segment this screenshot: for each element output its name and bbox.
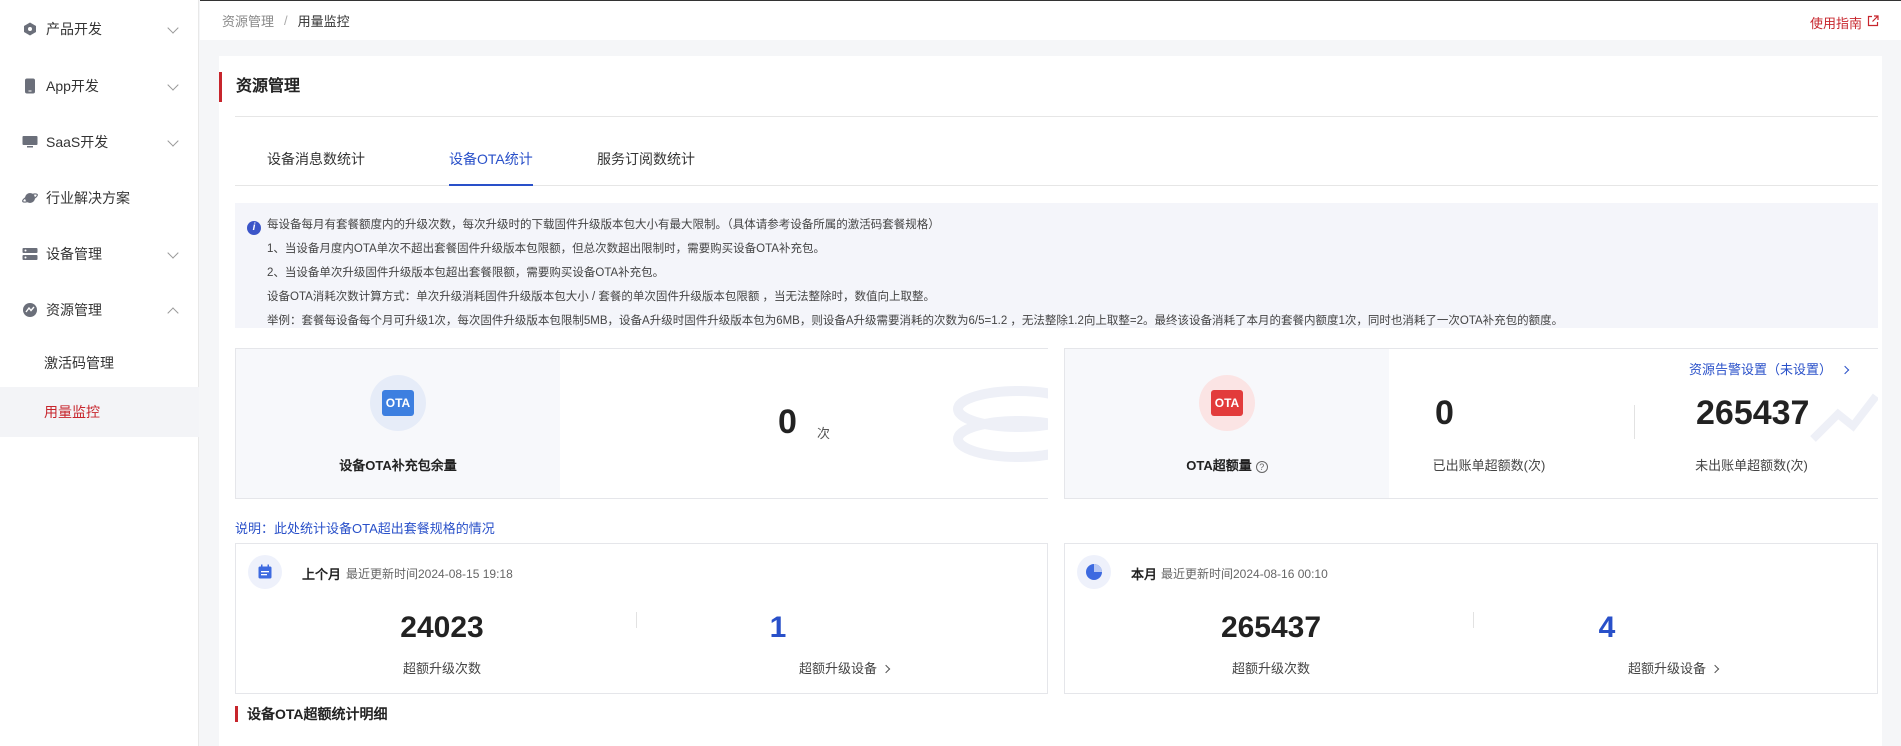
this-month-card: 本月 最近更新时间2024-08-16 00:10 265437 超额升级次数 … — [1064, 543, 1878, 694]
notice-line: 举例：套餐每设备每个月可升级1次，每次固件升级版本包限制5MB，设备A升级时固件… — [267, 315, 1564, 327]
sidebar-subitem-label: 用量监控 — [44, 404, 100, 420]
sidebar-subitem-usage-monitor[interactable]: 用量监控 — [0, 387, 199, 437]
guide-link-label: 使用指南 — [1809, 16, 1862, 31]
ota-package-icon: OTA — [370, 375, 426, 431]
unbilled-excess-value: 265437 — [1696, 394, 1810, 432]
monitor-icon — [22, 134, 38, 150]
supplement-unit: 次 — [817, 426, 831, 441]
hexagon-icon — [22, 21, 38, 37]
sidebar-item-device-mgmt[interactable]: 设备管理 — [0, 226, 199, 282]
excess-count-label: 超额升级次数 — [402, 661, 481, 676]
chevron-right-icon — [1840, 365, 1850, 375]
top-bar: 资源管理 / 用量监控 使用指南 — [200, 0, 1901, 40]
update-time: 最近更新时间2024-08-16 00:10 — [1161, 567, 1328, 581]
breadcrumb-current: 用量监控 — [297, 14, 350, 29]
supplement-panel: OTA 设备OTA补充包余量 0 次 — [235, 348, 1048, 499]
tab-bar: 设备消息数统计 设备OTA统计 服务订阅数统计 — [235, 142, 1878, 186]
coins-decoration-icon — [953, 386, 1048, 462]
breadcrumb-separator: / — [284, 13, 288, 28]
chevron-up-icon — [167, 307, 179, 319]
notice-line: 设备OTA消耗次数计算方式：单次升级消耗固件升级版本包大小 / 套餐的单次固件升… — [267, 291, 936, 303]
sidebar-item-resource-mgmt[interactable]: 资源管理 — [0, 282, 199, 338]
divider — [235, 116, 1878, 117]
sidebar-item-product-dev[interactable]: 产品开发 — [0, 1, 199, 57]
excess-panel: OTA OTA超额量? 资源告警设置（未设置） 0 已出账单超额数(次) 265… — [1064, 348, 1878, 499]
guide-link[interactable]: 使用指南 — [1810, 13, 1879, 32]
breadcrumb-parent[interactable]: 资源管理 — [222, 11, 274, 30]
excess-label-wrap: OTA超额量? — [1065, 455, 1389, 474]
chevron-down-icon — [167, 79, 179, 91]
page-title: 资源管理 — [219, 72, 300, 102]
detail-section-title: 设备OTA超额统计明细 — [235, 706, 388, 722]
excess-label: OTA超额量 — [1186, 458, 1252, 473]
sidebar-item-industry-solutions[interactable]: 行业解决方案 — [0, 170, 199, 226]
pie-chart-icon — [1077, 555, 1111, 589]
unbilled-excess-label: 未出账单超额数(次) — [1695, 458, 1808, 473]
sidebar-item-label: 资源管理 — [46, 302, 102, 318]
supplement-value: 0 — [778, 403, 797, 441]
excess-devices-link[interactable]: 超额升级设备 — [1613, 658, 1733, 677]
excess-count-label: 超额升级次数 — [1231, 661, 1310, 676]
update-time: 最近更新时间2024-08-15 19:18 — [346, 567, 513, 581]
supplement-value-area: 0 次 — [560, 349, 1048, 498]
billed-excess-label: 已出账单超额数(次) — [1432, 458, 1546, 473]
excess-value-area: 资源告警设置（未设置） 0 已出账单超额数(次) 265437 未出账单超额数(… — [1389, 349, 1878, 498]
main-content: 资源管理 设备消息数统计 设备OTA统计 服务订阅数统计 i 每设备每月有套餐额度… — [219, 56, 1882, 746]
trend-decoration-icon — [1810, 393, 1878, 442]
resource-icon — [22, 302, 38, 318]
chevron-down-icon — [167, 247, 179, 259]
supplement-label: 设备OTA补充包余量 — [339, 458, 457, 473]
tab-message-stats[interactable]: 设备消息数统计 — [267, 142, 365, 186]
tab-ota-stats[interactable]: 设备OTA统计 — [449, 142, 533, 186]
excess-count-value: 24023 — [400, 611, 484, 644]
excess-devices-value[interactable]: 4 — [1577, 611, 1637, 645]
info-icon: i — [247, 221, 261, 235]
phone-icon — [22, 78, 38, 94]
alert-settings-link[interactable]: 资源告警设置（未设置） — [1689, 359, 1850, 378]
notice-box: i 每设备每月有套餐额度内的升级次数，每次升级时的下载固件升级版本包大小有最大限制… — [235, 203, 1878, 328]
divider — [1473, 612, 1474, 628]
external-link-icon — [1867, 15, 1879, 30]
planet-icon — [22, 190, 38, 206]
sidebar-item-saas-dev[interactable]: SaaS开发 — [0, 114, 199, 170]
excess-count-value: 265437 — [1220, 611, 1322, 644]
explain-text: 说明：此处统计设备OTA超出套餐规格的情况 — [235, 521, 495, 536]
card-title: 上个月 — [302, 567, 342, 582]
calendar-icon — [248, 555, 282, 589]
sidebar-item-label: SaaS开发 — [46, 134, 109, 150]
sidebar-item-label: 产品开发 — [46, 21, 102, 37]
notice-line: 1、当设备月度内OTA单次不超出套餐固件升级版本包限额，但总次数超出限制时，需要… — [267, 243, 825, 255]
notice-line: 2、当设备单次升级固件升级版本包超出套餐限额，需要购买设备OTA补充包。 — [267, 267, 665, 279]
divider — [1634, 405, 1635, 439]
server-icon — [22, 246, 38, 262]
divider — [636, 612, 637, 628]
card-title: 本月 — [1131, 567, 1158, 582]
help-icon[interactable]: ? — [1255, 461, 1268, 473]
sidebar-item-label: 行业解决方案 — [46, 190, 130, 206]
sidebar-item-app-dev[interactable]: App开发 — [0, 58, 199, 114]
sidebar-subitem-label: 激活码管理 — [44, 355, 114, 371]
excess-devices-link[interactable]: 超额升级设备 — [784, 658, 904, 677]
chevron-right-icon — [881, 664, 891, 674]
sidebar-subitem-activation-codes[interactable]: 激活码管理 — [0, 338, 199, 388]
sidebar-item-label: App开发 — [46, 78, 99, 94]
chevron-right-icon — [1710, 664, 1720, 674]
tab-subscription-stats[interactable]: 服务订阅数统计 — [597, 142, 695, 186]
sidebar-item-label: 设备管理 — [46, 246, 102, 262]
notice-line: i 每设备每月有套餐额度内的升级次数，每次升级时的下载固件升级版本包大小有最大限制… — [247, 213, 1866, 237]
billed-excess-value: 0 — [1435, 394, 1454, 432]
excess-devices-value[interactable]: 1 — [748, 611, 808, 645]
ota-excess-icon: OTA — [1199, 375, 1255, 431]
chevron-down-icon — [167, 22, 179, 34]
sidebar: 产品开发 App开发 SaaS开发 行业解决方案 设备管理 资源管理 激活码管理… — [0, 0, 199, 746]
last-month-card: 上个月 最近更新时间2024-08-15 19:18 24023 超额升级次数 … — [235, 543, 1048, 694]
chevron-down-icon — [167, 135, 179, 147]
